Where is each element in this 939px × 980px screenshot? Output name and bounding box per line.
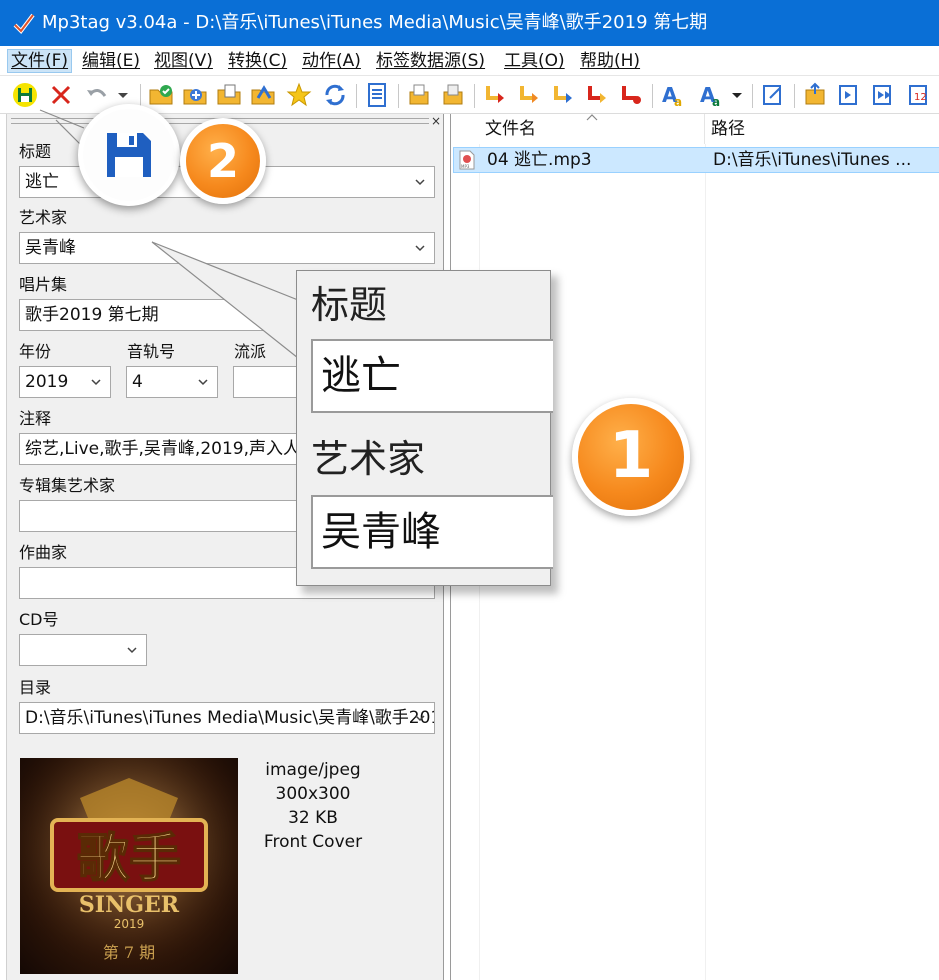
text-file-to-tag-icon[interactable] (584, 82, 610, 108)
title-label: 标题 (19, 142, 52, 161)
cover-mime: image/jpeg (265, 760, 361, 780)
add-files-icon[interactable] (216, 82, 242, 108)
refresh-icon[interactable] (322, 82, 348, 108)
chevron-down-icon[interactable] (414, 176, 426, 188)
album-artist-label: 专辑集艺术家 (19, 476, 116, 495)
zoom-callout: 标题 逃亡 艺术家 吴青峰 (296, 270, 553, 586)
table-row[interactable]: MP3 04 逃亡.mp3 D:\音乐\iTunes\iTunes ... (453, 147, 939, 173)
artist-field[interactable]: 吴青峰 (19, 232, 435, 264)
chevron-down-icon[interactable] (90, 376, 102, 388)
chevron-down-icon[interactable] (414, 712, 426, 724)
cover-dimensions: 300x300 (275, 784, 351, 804)
directory-label: 目录 (19, 678, 52, 697)
tag-to-tag-icon[interactable] (550, 82, 576, 108)
menu-view[interactable]: 视图(V) (154, 50, 213, 72)
title-bar: Mp3tag v3.04a - D:\音乐\iTunes\iTunes Medi… (0, 0, 939, 46)
mp3tag-window: Mp3tag v3.04a - D:\音乐\iTunes\iTunes Medi… (0, 0, 939, 980)
mp3-file-icon: MP3 (459, 150, 475, 170)
cover-art-graphic: 歌手 SINGER 2019 第 7 期 (20, 758, 238, 974)
menu-bar: 文件(F) 编辑(E) 视图(V) 转换(C) 动作(A) 标签数据源(S) 工… (0, 46, 939, 76)
tag-to-filename-icon[interactable] (482, 82, 508, 108)
chevron-down-icon[interactable] (197, 376, 209, 388)
edit-icon[interactable] (760, 82, 786, 108)
step-badge-1: 1 (572, 398, 690, 516)
composer-label: 作曲家 (19, 543, 68, 562)
next-icon[interactable] (836, 82, 862, 108)
zoom-title-field: 逃亡 (311, 339, 553, 413)
add-dir-icon[interactable] (182, 82, 208, 108)
undo-icon[interactable] (84, 82, 110, 108)
window-title: Mp3tag v3.04a - D:\音乐\iTunes\iTunes Medi… (42, 12, 708, 33)
menu-edit[interactable]: 编辑(E) (82, 50, 140, 72)
album-label: 唱片集 (19, 275, 68, 294)
cover-sub-text: SINGER (79, 892, 180, 918)
cover-year-text: 2019 (114, 917, 145, 931)
floppy-disk-icon (107, 133, 151, 177)
case-conversion-icon[interactable]: A a (660, 82, 686, 108)
paste-tag-icon[interactable] (440, 82, 466, 108)
disc-label: CD号 (19, 610, 59, 629)
disc-field[interactable] (19, 634, 147, 666)
favorites-icon[interactable] (286, 82, 312, 108)
track-label: 音轨号 (127, 342, 176, 361)
column-header-path[interactable]: 路径 (705, 114, 939, 144)
svg-text:MP3: MP3 (461, 164, 470, 169)
cover-type: Front Cover (263, 832, 363, 852)
open-playlist-icon[interactable] (250, 82, 276, 108)
autonumber-icon[interactable]: 12 (906, 82, 932, 108)
genre-label: 流派 (234, 342, 267, 361)
menu-actions[interactable]: 动作(A) (302, 50, 361, 72)
menu-tools[interactable]: 工具(O) (504, 50, 565, 72)
cover-info: image/jpeg 300x300 32 KB Front Cover (253, 758, 373, 854)
filename-to-tag-icon[interactable] (516, 82, 542, 108)
filename-to-filename-icon[interactable] (618, 82, 644, 108)
copy-tag-icon[interactable] (406, 82, 432, 108)
zoom-artist-label: 艺术家 (311, 437, 426, 481)
cover-title-text: 歌手 (77, 828, 181, 889)
directory-field[interactable]: D:\音乐\iTunes\iTunes Media\Music\吴青峰\歌手20… (19, 702, 435, 734)
zoom-title-label: 标题 (311, 283, 388, 327)
comment-label: 注释 (19, 409, 52, 428)
zoom-artist-field: 吴青峰 (311, 495, 553, 569)
menu-help[interactable]: 帮助(H) (580, 50, 640, 72)
step-badge-2: 2 (180, 118, 266, 204)
menu-file[interactable]: 文件(F) (6, 49, 73, 73)
panel-close-icon[interactable]: × (431, 114, 441, 128)
cover-art-image[interactable]: 歌手 SINGER 2019 第 7 期 (20, 758, 238, 974)
play-icon[interactable] (870, 82, 896, 108)
column-header-filename[interactable]: 文件名 (479, 114, 705, 144)
app-logo-icon (13, 13, 35, 35)
path-cell: D:\音乐\iTunes\iTunes ... (713, 150, 912, 170)
actions-icon[interactable]: A a (698, 82, 724, 108)
cover-episode-text: 第 7 期 (103, 943, 155, 962)
chevron-down-icon[interactable] (414, 242, 426, 254)
actions-dropdown-icon[interactable] (728, 82, 746, 108)
filename-cell: 04 逃亡.mp3 (487, 150, 592, 170)
save-magnifier (78, 104, 180, 206)
save-icon[interactable] (12, 82, 38, 108)
export-icon[interactable] (802, 82, 828, 108)
export-list-icon[interactable] (364, 82, 390, 108)
svg-text:a: a (674, 95, 682, 108)
change-dir-icon[interactable] (148, 82, 174, 108)
menu-convert[interactable]: 转换(C) (228, 50, 287, 72)
delete-icon[interactable] (48, 82, 74, 108)
svg-text:12: 12 (914, 92, 927, 103)
artist-label: 艺术家 (19, 208, 68, 227)
svg-text:a: a (712, 95, 720, 108)
track-field[interactable]: 4 (126, 366, 218, 398)
year-label: 年份 (19, 342, 52, 361)
sort-up-icon (586, 114, 598, 121)
menu-tag-sources[interactable]: 标签数据源(S) (376, 50, 485, 72)
chevron-down-icon[interactable] (126, 644, 138, 656)
year-field[interactable]: 2019 (19, 366, 111, 398)
cover-size: 32 KB (288, 808, 338, 828)
